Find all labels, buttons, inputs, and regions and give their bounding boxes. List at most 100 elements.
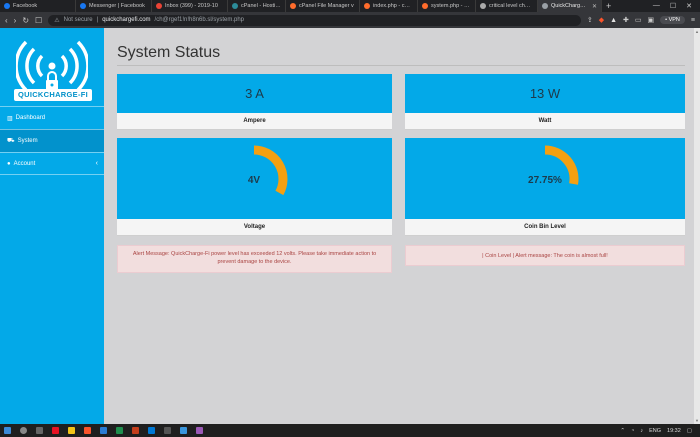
ampere-card: 3 A Ampere (117, 74, 392, 130)
url-field[interactable]: ⚠ Not secure | quickchargefi.com/ch@rgef… (48, 14, 581, 26)
browser-tab[interactable]: system.php - cPanel F (418, 0, 476, 12)
voltage-gauge-arc (253, 145, 288, 196)
scroll-up-icon[interactable]: ▲ (694, 29, 700, 34)
word-icon[interactable] (100, 427, 107, 434)
ampere-value: 3 A (245, 85, 264, 101)
facebook-icon (80, 3, 86, 9)
brave-icon[interactable] (84, 427, 91, 434)
reload-icon[interactable]: ↻ (22, 16, 29, 25)
chevron-left-icon: ‹ (95, 160, 98, 167)
globe-icon (480, 3, 486, 9)
gmail-icon (156, 3, 162, 9)
window-controls: — ☐ ✕ (653, 2, 700, 10)
back-icon[interactable]: ‹ (5, 16, 8, 25)
coin-bin-card: 27.75% Coin Bin Level (405, 138, 685, 236)
sidebar-toggle-icon[interactable]: ▭ (635, 16, 642, 24)
sidebar-item-label: System (17, 138, 38, 144)
task-view-icon[interactable] (36, 427, 43, 434)
close-window-icon[interactable]: ✕ (686, 2, 692, 10)
wifi-icon[interactable]: ◔ (631, 428, 634, 434)
cpanel-icon (422, 3, 428, 9)
browser-tab[interactable]: cPanel - Hosting (228, 0, 286, 12)
app-icon[interactable] (180, 427, 187, 434)
sidebar-item-account[interactable]: ● Account ‹ (0, 152, 104, 175)
voltage-value: 4V (248, 175, 261, 186)
coin-bin-label: Coin Bin Level (405, 219, 685, 236)
forward-icon[interactable]: › (14, 16, 17, 25)
system-tray: ⌃ ◔ ♪ ENG 19:32 ▢ (620, 428, 696, 434)
browser-tab[interactable]: Messenger | Facebook (76, 0, 152, 12)
extensions-area: ⇪ ◆ ▲ ✚ ▭ ▣ • VPN ≡ (587, 16, 695, 24)
url-host: quickchargefi.com (102, 17, 151, 23)
sidebar-menu: ▥ Dashboard ⛟ System ● Account ‹ (0, 106, 104, 175)
user-icon: ● (7, 160, 11, 167)
sidebar-item-label: Account (13, 160, 36, 167)
browser-tab[interactable]: critical level chart htm (476, 0, 538, 12)
close-tab-icon[interactable]: ✕ (592, 3, 597, 10)
title-divider (117, 65, 685, 66)
coin-bin-gauge: 27.75% (528, 145, 579, 186)
car-icon: ⛟ (7, 138, 15, 144)
voltage-alert: Alert Message: QuickCharge-Fi power leve… (117, 245, 392, 273)
bookmark-icon[interactable]: ☐ (35, 16, 42, 25)
watt-label: Watt (405, 113, 685, 130)
scroll-down-icon[interactable]: ▼ (694, 418, 700, 423)
extensions-icon[interactable]: ✚ (623, 16, 629, 24)
coin-alert: | Coin Level | Alert message: The coin i… (405, 245, 685, 266)
ampere-label: Ampere (117, 113, 392, 130)
brave-shield-icon[interactable]: ◆ (599, 16, 604, 24)
app-icon[interactable] (52, 427, 59, 434)
watt-card: 13 W Watt (405, 74, 685, 130)
clock[interactable]: 19:32 (667, 428, 681, 434)
app-icon[interactable] (164, 427, 171, 434)
browser-tab[interactable]: cPanel File Manager v (286, 0, 360, 12)
edge-icon[interactable] (148, 427, 155, 434)
language-indicator[interactable]: ENG (649, 428, 661, 434)
page-title: System Status (117, 44, 221, 61)
address-bar: ‹ › ↻ ☐ ⚠ Not secure | quickchargefi.com… (0, 12, 700, 28)
brave-rewards-icon[interactable]: ▲ (610, 17, 617, 24)
facebook-icon (4, 3, 10, 9)
browser-tab-active[interactable]: QuickCharge-Fi D✕ (538, 0, 602, 12)
watt-value: 13 W (529, 85, 561, 101)
security-label: Not secure (63, 17, 93, 23)
chevron-up-icon[interactable]: ⌃ (620, 428, 625, 434)
page-scrollbar[interactable]: ▲ ▼ (694, 28, 700, 424)
browser-tab[interactable]: Facebook (0, 0, 76, 12)
powerpoint-icon[interactable] (132, 427, 139, 434)
cpanel-icon (290, 3, 296, 9)
new-tab-button[interactable]: + (602, 1, 615, 11)
excel-icon[interactable] (116, 427, 123, 434)
vpn-button[interactable]: • VPN (660, 16, 685, 24)
browser-tab[interactable]: index.php - cPanel Fil (360, 0, 418, 12)
volume-icon[interactable]: ♪ (640, 428, 643, 434)
notification-icon[interactable]: ▢ (687, 428, 692, 434)
search-icon[interactable] (20, 427, 27, 434)
chart-icon: ▥ (7, 115, 13, 122)
sidebar-item-label: Dashboard (15, 115, 46, 121)
url-path: /ch@rgef1!n!h8n6b.sl/system.php (154, 17, 245, 23)
shield-icon (232, 3, 238, 9)
globe-icon (542, 3, 548, 9)
voltage-card: 4V Voltage (117, 138, 392, 236)
menu-icon[interactable]: ≡ (691, 17, 695, 24)
main-content: System Status 3 A Ampere 13 W Watt 4V Vo… (104, 28, 694, 424)
sidebar-item-system[interactable]: ⛟ System (0, 129, 104, 152)
voltage-gauge: 4V (248, 145, 288, 196)
browser-tab-bar: Facebook Messenger | Facebook Inbox (399… (0, 0, 700, 12)
browser-tab[interactable]: Inbox (399) - 2019-10 (152, 0, 228, 12)
warning-icon: ⚠ (54, 17, 60, 24)
brand-label: QUICKCHARGE-FI (14, 89, 92, 101)
app-icon[interactable] (196, 427, 203, 434)
maximize-icon[interactable]: ☐ (670, 2, 676, 10)
sidebar: QUICKCHARGE-FI ▥ Dashboard ⛟ System ● Ac… (0, 28, 104, 424)
minimize-icon[interactable]: — (653, 2, 660, 10)
taskbar: ⌃ ◔ ♪ ENG 19:32 ▢ (0, 424, 700, 437)
windows-start-icon[interactable] (4, 427, 11, 434)
share-icon[interactable]: ⇪ (587, 16, 593, 24)
wallet-icon[interactable]: ▣ (648, 16, 655, 24)
file-explorer-icon[interactable] (68, 427, 75, 434)
coin-bin-value: 27.75% (528, 175, 562, 186)
cpanel-icon (364, 3, 370, 9)
sidebar-item-dashboard[interactable]: ▥ Dashboard (0, 106, 104, 129)
